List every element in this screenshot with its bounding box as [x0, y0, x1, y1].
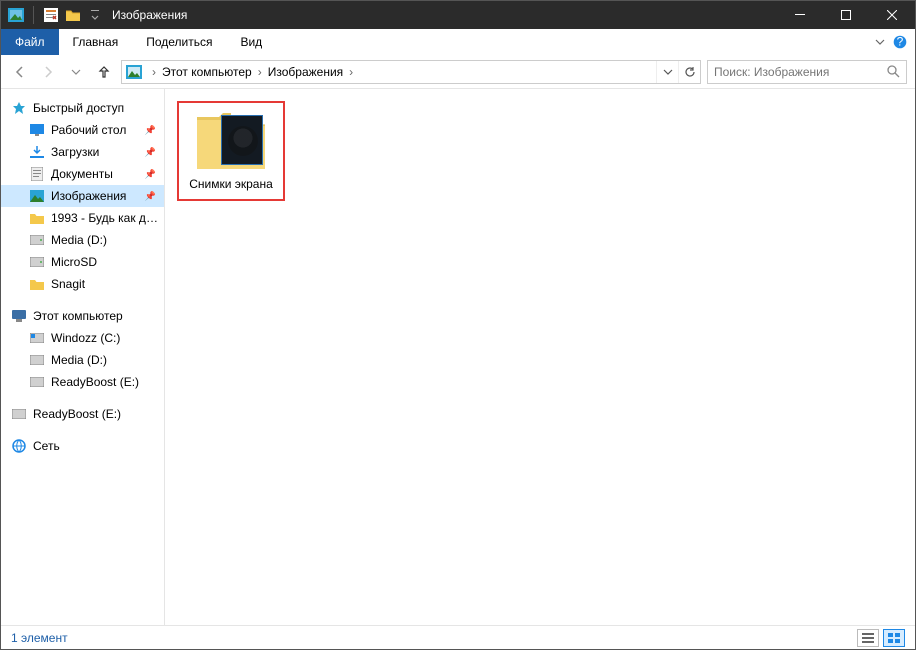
back-button[interactable] [9, 61, 31, 83]
drive-icon [29, 330, 45, 346]
pin-icon: 📌 [145, 169, 164, 180]
view-icons-button[interactable] [883, 629, 905, 647]
quick-access-node[interactable]: Быстрый доступ [1, 97, 164, 119]
tree-item-documents[interactable]: Документы 📌 [1, 163, 164, 185]
quick-access-label: Быстрый доступ [33, 101, 124, 115]
recent-dropdown-icon[interactable] [65, 61, 87, 83]
folder-item-screenshots[interactable]: Снимки экрана [177, 101, 285, 201]
separator [33, 6, 34, 24]
folder-icon [29, 276, 45, 292]
tree-item-desktop[interactable]: Рабочий стол 📌 [1, 119, 164, 141]
maximize-button[interactable] [823, 1, 869, 29]
breadcrumb-this-pc[interactable]: Этот компьютер [160, 61, 254, 83]
tree-item-media-d-2[interactable]: Media (D:) [1, 349, 164, 371]
tree-item-readyboost-e[interactable]: ReadyBoost (E:) [1, 371, 164, 393]
title-bar: Изображения [1, 1, 915, 29]
address-dropdown-icon[interactable] [656, 61, 678, 83]
tree-item-media-d[interactable]: Media (D:) [1, 229, 164, 251]
svg-text:?: ? [897, 35, 904, 49]
quick-access-toolbar [1, 6, 104, 24]
folder-thumbnail-icon [195, 109, 267, 171]
tab-home[interactable]: Главная [59, 29, 133, 55]
tree-item-folder-1993[interactable]: 1993 - Будь как дома [1, 207, 164, 229]
pin-icon: 📌 [145, 125, 164, 136]
address-bar-row: › Этот компьютер › Изображения › [1, 55, 915, 89]
network-icon [11, 438, 27, 454]
network-node[interactable]: Сеть [1, 435, 164, 457]
up-button[interactable] [93, 61, 115, 83]
pictures-icon [29, 188, 45, 204]
drive-icon [29, 374, 45, 390]
drive-icon [29, 352, 45, 368]
this-pc-icon [11, 308, 27, 324]
quick-access-icon [11, 100, 27, 116]
window-title: Изображения [112, 8, 187, 22]
tree-item-downloads[interactable]: Загрузки 📌 [1, 141, 164, 163]
chevron-right-icon[interactable]: › [148, 65, 160, 79]
drive-icon [11, 406, 27, 422]
ribbon-expand-icon[interactable] [875, 37, 885, 47]
folder-qat-icon[interactable] [64, 6, 82, 24]
pin-icon: 📌 [145, 191, 164, 202]
drive-icon [29, 254, 45, 270]
window-controls [777, 1, 915, 29]
tree-item-snagit[interactable]: Snagit [1, 273, 164, 295]
forward-button[interactable] [37, 61, 59, 83]
drive-icon [29, 232, 45, 248]
properties-icon[interactable] [42, 6, 60, 24]
pictures-location-icon [124, 62, 144, 82]
pin-icon: 📌 [145, 147, 164, 158]
search-box[interactable] [707, 60, 907, 84]
navigation-pane[interactable]: Быстрый доступ Рабочий стол 📌 Загрузки 📌… [1, 89, 165, 625]
status-text: 1 элемент [11, 631, 68, 645]
folder-item-label: Снимки экрана [189, 177, 273, 191]
tree-item-windozz-c[interactable]: Windozz (C:) [1, 327, 164, 349]
tab-view[interactable]: Вид [226, 29, 276, 55]
desktop-icon [29, 122, 45, 138]
status-bar: 1 элемент [1, 625, 915, 649]
tab-share[interactable]: Поделиться [132, 29, 226, 55]
tree-item-microsd[interactable]: MicroSD [1, 251, 164, 273]
documents-icon [29, 166, 45, 182]
view-details-button[interactable] [857, 629, 879, 647]
close-button[interactable] [869, 1, 915, 29]
search-input[interactable] [714, 65, 887, 79]
help-icon[interactable]: ? [893, 35, 907, 49]
ribbon-tabs: Файл Главная Поделиться Вид ? [1, 29, 915, 55]
tab-file[interactable]: Файл [1, 29, 59, 55]
content-area[interactable]: Снимки экрана [165, 89, 915, 625]
search-icon[interactable] [887, 65, 900, 78]
breadcrumb-pictures[interactable]: Изображения [266, 61, 345, 83]
address-bar[interactable]: › Этот компьютер › Изображения › [121, 60, 701, 84]
pictures-app-icon [7, 6, 25, 24]
tree-item-pictures[interactable]: Изображения 📌 [1, 185, 164, 207]
minimize-button[interactable] [777, 1, 823, 29]
folder-icon [29, 210, 45, 226]
this-pc-node[interactable]: Этот компьютер [1, 305, 164, 327]
qat-dropdown-icon[interactable] [86, 6, 104, 24]
chevron-right-icon[interactable]: › [254, 65, 266, 79]
refresh-button[interactable] [678, 61, 700, 83]
chevron-right-icon[interactable]: › [345, 65, 357, 79]
downloads-icon [29, 144, 45, 160]
tree-item-readyboost-extra[interactable]: ReadyBoost (E:) [1, 403, 164, 425]
